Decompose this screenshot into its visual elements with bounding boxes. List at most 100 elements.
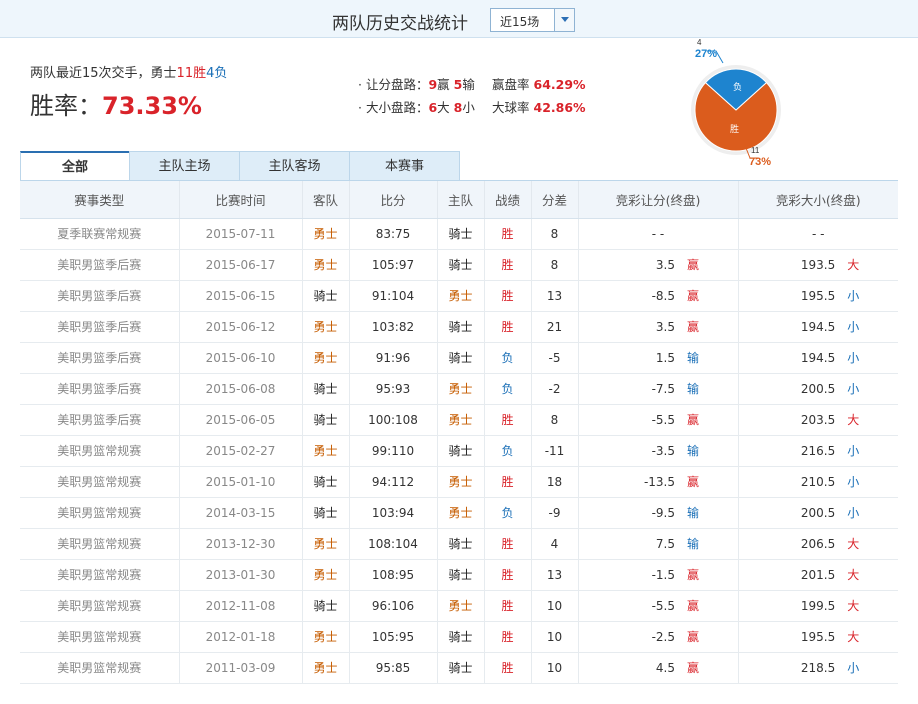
handicap-cell: -5.5 赢 [578, 404, 739, 436]
table-row: 美职男篮季后赛 2015-06-10 勇士 91:96 骑士负 -5 1.5 输 194.5 小 [20, 342, 898, 374]
date-cell: 2015-06-10 [179, 342, 303, 374]
score-cell: 105:95 [349, 621, 438, 653]
col-header-away: 客队 [302, 181, 350, 219]
over-under-value: 216.5 [800, 444, 836, 458]
handicap-value: 3.5 [655, 320, 675, 334]
tab-home-at-home[interactable]: 主队主场 [129, 151, 240, 181]
date-cell: 2014-03-15 [179, 497, 303, 529]
result-cell: 胜 [484, 249, 532, 281]
margin-cell: 8 [531, 249, 579, 281]
handicap-outcome: 输 [687, 444, 700, 458]
event-type-cell: 夏季联赛常规赛 [20, 218, 180, 250]
result-cell: 胜 [484, 466, 532, 498]
margin-cell: 13 [531, 280, 579, 312]
win-loss-pie-chart: 负 胜 4 27% 11 73% [691, 38, 781, 168]
pie-label-lose: 负 [733, 81, 742, 92]
away-team-cell: 勇士 [302, 218, 350, 250]
over-under-outcome: 小 [847, 475, 860, 489]
handicap-outcome: 输 [687, 382, 700, 396]
range-select[interactable]: 近15场 [490, 8, 575, 32]
home-team-cell: 骑士 [437, 218, 485, 250]
tab-home-away[interactable]: 主队客场 [239, 151, 350, 181]
pie-count-lose: 4 [697, 38, 702, 47]
margin-cell: 18 [531, 466, 579, 498]
event-type-cell: 美职男篮季后赛 [20, 404, 180, 436]
margin-cell: 10 [531, 652, 579, 684]
handicap-value: -2.5 [651, 630, 675, 644]
over-under-cell: 200.5 小 [738, 497, 898, 529]
handicap-outcome: 赢 [687, 661, 700, 675]
over-under-value: 200.5 [800, 382, 836, 396]
event-type-cell: 美职男篮季后赛 [20, 249, 180, 281]
margin-cell: 8 [531, 404, 579, 436]
handicap-cell: 1.5 输 [578, 342, 739, 374]
handicap-outcome: 赢 [687, 630, 700, 644]
handicap-cell: 4.5 赢 [578, 652, 739, 684]
table-row: 美职男篮常规赛 2015-01-10 骑士 94:112 勇士胜 18 -13.5 赢 210.… [20, 466, 898, 498]
handicap-win-word: 赢 [437, 77, 450, 92]
away-team-cell: 勇士 [302, 311, 350, 343]
margin-cell: 10 [531, 590, 579, 622]
over-under-cell: 206.5 大 [738, 528, 898, 560]
date-cell: 2015-02-27 [179, 435, 303, 467]
over-under-outcome: 大 [847, 537, 860, 551]
over-under-cell: 218.5 小 [738, 652, 898, 684]
over-under-outcome: 大 [847, 599, 860, 613]
title-bar: 两队历史交战统计 近15场 [0, 0, 918, 38]
date-cell: 2013-01-30 [179, 559, 303, 591]
table-row: 美职男篮季后赛 2015-06-05 骑士 100:108 勇士胜 8 -5.5 赢 203.5… [20, 404, 898, 436]
away-team-cell: 骑士 [302, 590, 350, 622]
tab-this-event[interactable]: 本赛事 [349, 151, 460, 181]
handicap-cell: -9.5 输 [578, 497, 739, 529]
table-row: 美职男篮季后赛 2015-06-17 勇士 105:97 骑士胜 8 3.5 赢 193.5 大 [20, 249, 898, 281]
over-under-cell: 195.5 小 [738, 280, 898, 312]
handicap-value: -9.5 [651, 506, 675, 520]
table-row: 美职男篮常规赛 2013-01-30 勇士 108:95 骑士胜 13 -1.5 赢 201.5… [20, 559, 898, 591]
handicap-outcome: 赢 [687, 475, 700, 489]
pie-percent-win: 73% [749, 156, 771, 168]
handicap-value: -1.5 [651, 568, 675, 582]
home-team-cell: 勇士 [437, 280, 485, 312]
score-cell: 95:85 [349, 652, 438, 684]
date-cell: 2015-06-15 [179, 280, 303, 312]
handicap-label: · 让分盘路： [358, 77, 429, 92]
over-under-outcome: 小 [847, 661, 860, 675]
handicap-rate: 赢盘率 64.29% [492, 74, 586, 93]
chevron-down-icon[interactable] [554, 9, 574, 31]
date-cell: 2015-07-11 [179, 218, 303, 250]
score-cell: 96:106 [349, 590, 438, 622]
col-header-score: 比分 [349, 181, 438, 219]
home-team-cell: 骑士 [437, 621, 485, 653]
handicap-value: -8.5 [651, 289, 675, 303]
page-title: 两队历史交战统计 [332, 14, 468, 34]
date-cell: 2015-06-08 [179, 373, 303, 405]
score-cell: 105:97 [349, 249, 438, 281]
table-row: 美职男篮季后赛 2015-06-12 勇士 103:82 骑士胜 21 3.5 赢 194.5 小 [20, 311, 898, 343]
date-cell: 2015-01-10 [179, 466, 303, 498]
home-team-cell: 骑士 [437, 652, 485, 684]
summary-wins: 11胜 [176, 66, 207, 81]
score-cell: 103:82 [349, 311, 438, 343]
home-team-cell: 勇士 [437, 373, 485, 405]
handicap-outcome: 输 [687, 506, 700, 520]
over-rate: 大球率 42.86% [492, 97, 586, 116]
over-under-outcome: 小 [847, 444, 860, 458]
tab-all[interactable]: 全部 [20, 151, 130, 181]
over-under-value: 193.5 [800, 258, 836, 272]
handicap-cell: -5.5 赢 [578, 590, 739, 622]
handicap-cell: -2.5 赢 [578, 621, 739, 653]
ou-rate-value: 42.86% [533, 100, 586, 115]
ou-small-word: 小 [462, 100, 475, 115]
col-header-result: 战绩 [484, 181, 532, 219]
summary-prefix: 两队最近15次交手，勇士 [30, 66, 177, 81]
margin-cell: 4 [531, 528, 579, 560]
over-under-cell: 201.5 大 [738, 559, 898, 591]
date-cell: 2015-06-05 [179, 404, 303, 436]
handicap-cell: -7.5 输 [578, 373, 739, 405]
over-under-cell: 210.5 小 [738, 466, 898, 498]
over-under-outcome: 小 [847, 506, 860, 520]
event-type-cell: 美职男篮季后赛 [20, 373, 180, 405]
handicap-cell: 3.5 赢 [578, 249, 739, 281]
margin-cell: -9 [531, 497, 579, 529]
score-cell: 83:75 [349, 218, 438, 250]
